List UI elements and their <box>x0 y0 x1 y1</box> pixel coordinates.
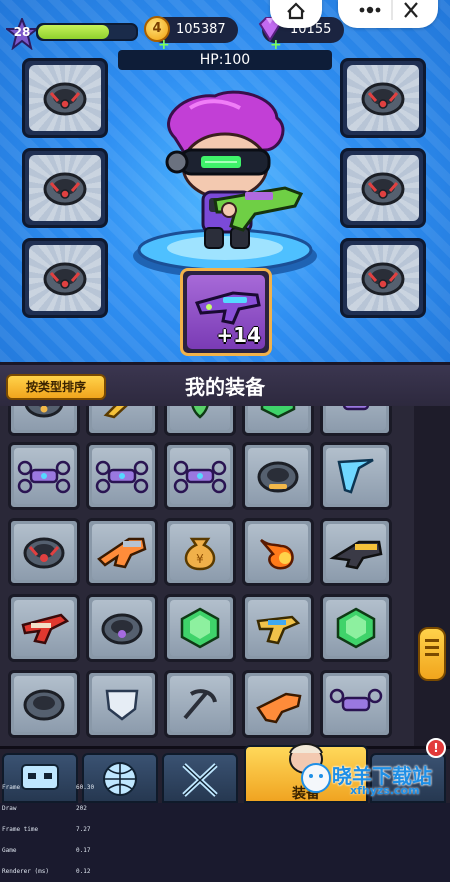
home-button[interactable] <box>270 0 322 28</box>
bracer-icon <box>23 537 65 569</box>
emerald-gem-icon <box>180 607 220 649</box>
inventory-item[interactable] <box>8 518 80 586</box>
golden-cannon-icon <box>329 540 383 570</box>
equipment-slot-right-1[interactable] <box>340 58 426 138</box>
inventory-item[interactable] <box>164 594 236 662</box>
bracer-icon <box>43 82 87 116</box>
bracer-icon <box>43 262 87 296</box>
raygun-icon <box>256 615 301 645</box>
watermark: 晓羊下载站 xfhyzs.com <box>300 758 450 800</box>
equipment-panel-header: 按类型排序 我的装备 <box>0 362 450 409</box>
character-panel: 28 4 + 105387 + 10155 HP:100 +14 <box>0 0 450 362</box>
bracer-icon <box>24 406 64 418</box>
inventory-item[interactable] <box>320 594 392 662</box>
inventory-item[interactable] <box>8 442 80 510</box>
inventory-item[interactable] <box>320 518 392 586</box>
bracer-icon <box>101 613 143 645</box>
inventory-item[interactable] <box>242 670 314 738</box>
bracer-icon <box>43 172 87 206</box>
equipment-scrollbar-thumb[interactable] <box>418 627 446 681</box>
gold-counter[interactable]: 4 + 105387 <box>144 16 238 53</box>
gold-sack-icon: ¥ <box>184 537 216 571</box>
equipment-grid[interactable]: ¥ <box>0 406 414 746</box>
hp-label: HP:100 <box>118 50 332 70</box>
red-pistol-icon <box>21 613 70 645</box>
player-level-badge[interactable]: 28 <box>6 18 38 50</box>
equipment-slot-right-2[interactable] <box>340 148 426 228</box>
bracer-icon <box>361 82 405 116</box>
inventory-item[interactable] <box>320 442 392 510</box>
drone-icon <box>329 688 383 712</box>
inventory-item[interactable]: ¥ <box>164 518 236 586</box>
xp-bar-fill <box>38 25 109 39</box>
cannon-icon <box>256 692 302 724</box>
watermark-url: xfhyzs.com <box>350 784 420 797</box>
home-icon <box>287 2 305 20</box>
debug-overlay-labels: Frame Draw Frame time Game Renderer (ms) <box>2 784 49 875</box>
equipment-slot-right-3[interactable] <box>340 238 426 318</box>
inventory-item[interactable] <box>8 406 80 436</box>
inventory-item[interactable] <box>242 594 314 662</box>
equipment-slot-left-2[interactable] <box>22 148 108 228</box>
globe-icon <box>103 762 137 796</box>
bracer-icon <box>23 689 65 721</box>
equipment-slot-left-1[interactable] <box>22 58 108 138</box>
emerald-gem-icon <box>336 607 376 649</box>
inventory-item[interactable] <box>86 406 158 436</box>
golden-blade-icon <box>103 406 128 419</box>
inventory-item[interactable] <box>242 442 314 510</box>
debug-overlay-values: 60.30 202 7.27 0.17 0.12 <box>76 784 95 875</box>
mini-program-controls <box>270 0 440 34</box>
equipment-scrollbar-track[interactable] <box>414 406 450 746</box>
inventory-item[interactable] <box>86 518 158 586</box>
capsule-icons <box>359 0 418 20</box>
drone-icon <box>95 460 149 494</box>
inventory-item[interactable] <box>8 594 80 662</box>
equipment-slot-left-3[interactable] <box>22 238 108 318</box>
bracer-icon <box>257 461 299 493</box>
inventory-item[interactable] <box>86 594 158 662</box>
inventory-item[interactable] <box>8 670 80 738</box>
drone-icon <box>342 406 370 411</box>
fireball-icon <box>260 538 294 570</box>
shield-icon <box>105 689 139 721</box>
notification-badge[interactable]: ! <box>426 738 446 758</box>
inventory-item[interactable] <box>164 442 236 510</box>
capsule-button[interactable] <box>338 0 438 28</box>
gold-amount: 105387 <box>176 22 226 37</box>
sort-by-type-button[interactable]: 按类型排序 <box>6 374 106 400</box>
emerald-gem-icon <box>260 406 296 419</box>
drone-icon <box>17 460 71 494</box>
inventory-item[interactable] <box>164 406 236 436</box>
bracer-icon <box>361 262 405 296</box>
drone-icon <box>173 460 227 494</box>
player-level: 28 <box>13 25 31 39</box>
boomerang-icon <box>337 458 374 494</box>
tab-battle[interactable] <box>162 753 238 803</box>
inventory-item[interactable] <box>86 442 158 510</box>
inventory-item[interactable] <box>164 670 236 738</box>
inventory-item[interactable] <box>242 518 314 586</box>
green-leaf-icon <box>191 406 209 419</box>
blaster-icon <box>97 537 147 569</box>
xp-bar <box>36 23 138 41</box>
svg-text:¥: ¥ <box>196 552 204 566</box>
scythe-icon <box>183 689 217 720</box>
hero-character[interactable] <box>145 88 305 256</box>
blaster-weapon-icon <box>194 291 261 325</box>
inventory-item[interactable] <box>320 406 392 436</box>
sheep-logo-icon <box>301 763 331 793</box>
inventory-item[interactable] <box>242 406 314 436</box>
my-equipment-title: 我的装备 <box>185 375 265 399</box>
bracer-icon <box>361 172 405 206</box>
crossed-swords-icon <box>182 763 218 797</box>
weapon-slot[interactable]: +14 <box>180 268 272 356</box>
inventory-item[interactable] <box>86 670 158 738</box>
inventory-item[interactable] <box>320 670 392 738</box>
weapon-upgrade-level: +14 <box>216 323 261 347</box>
